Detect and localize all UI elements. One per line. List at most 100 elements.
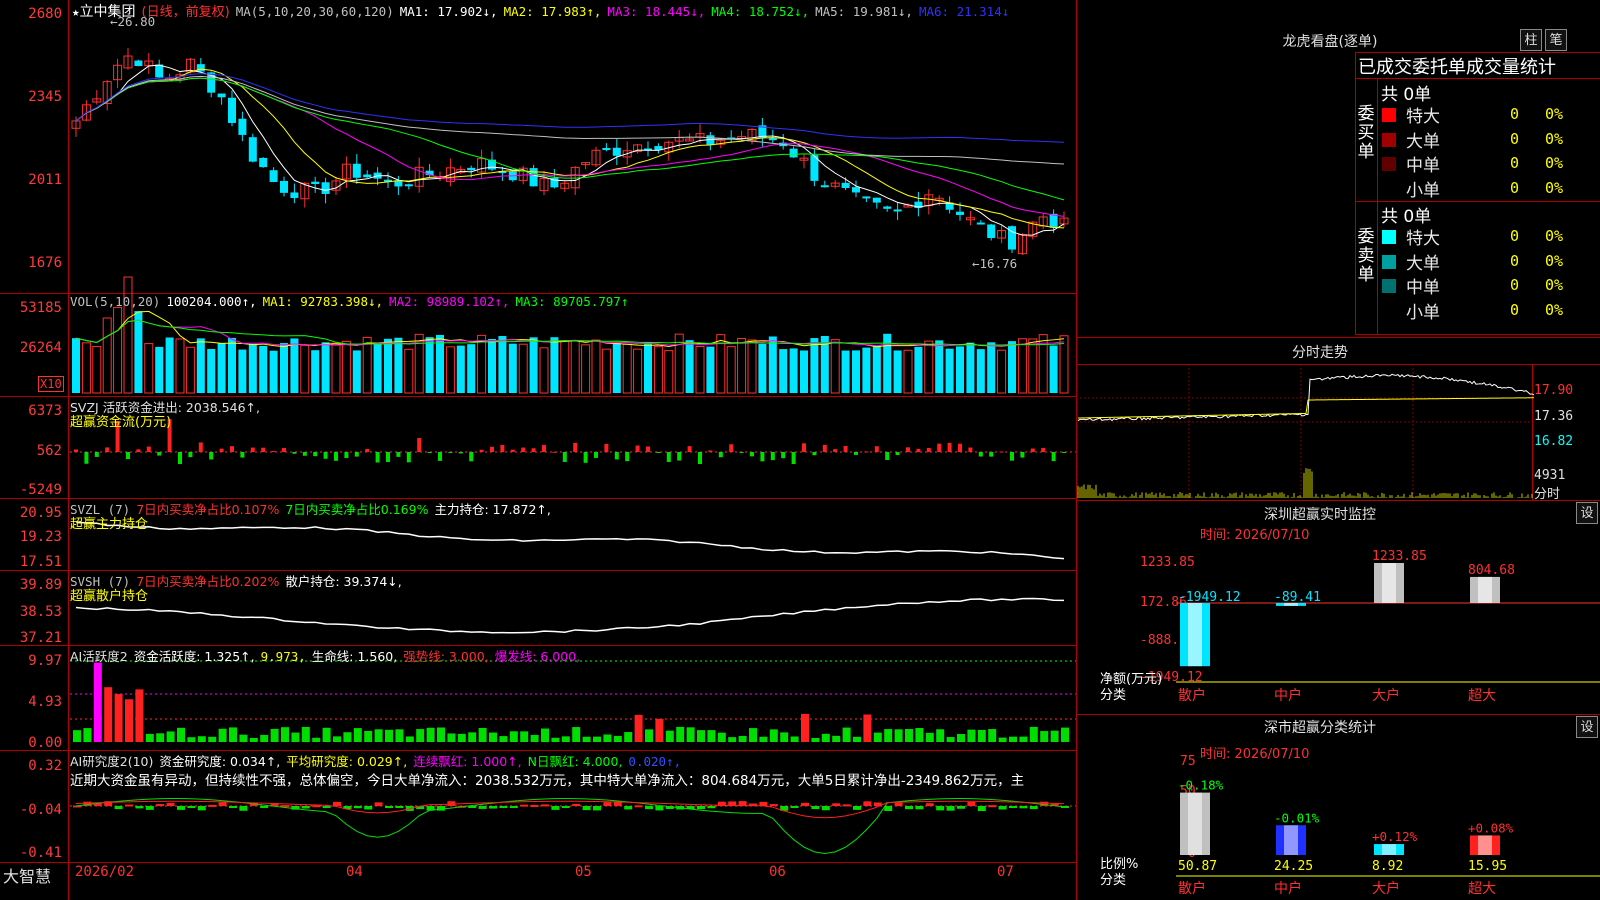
intraday-vol-tick: 4931 — [1534, 468, 1566, 483]
svzl-title: 超赢主力持仓 — [70, 517, 149, 532]
activity-bar — [156, 733, 165, 742]
research-bar — [936, 806, 945, 811]
svsh-tick: 38.53 — [19, 604, 62, 620]
research-bar — [790, 806, 799, 808]
activity-bar — [884, 729, 893, 742]
candle-body — [872, 197, 881, 203]
activity-bar — [613, 735, 622, 742]
candle-body — [311, 181, 320, 185]
research-bar — [863, 801, 872, 806]
order-size-label: 特大 — [1406, 107, 1440, 127]
net-amount-bar — [1382, 563, 1396, 603]
volume-bar — [872, 345, 881, 393]
star-icon[interactable]: ★ — [72, 4, 80, 19]
legend-value: MA2: 98989.102↑, — [389, 294, 510, 309]
legend-value: MA5: 19.981↓, — [815, 4, 913, 19]
volume-bar — [1059, 335, 1069, 394]
net-amount-bar — [1284, 603, 1298, 606]
research-bar — [208, 804, 217, 807]
order-count: 0 — [1510, 300, 1520, 319]
research-bar — [572, 803, 581, 806]
candle-body — [248, 137, 257, 162]
activity-bar — [780, 732, 789, 742]
research-bar — [925, 803, 934, 806]
high-price-marker: ←26.80 — [110, 14, 156, 29]
fund-flow-bar — [594, 452, 598, 458]
tick-view-button[interactable]: 笔 — [1545, 29, 1567, 51]
volume-bar — [622, 343, 632, 394]
bar-view-button[interactable]: 柱 — [1520, 29, 1542, 51]
candle-body — [852, 187, 860, 193]
sz-class-settings-button[interactable]: 设 — [1576, 716, 1598, 738]
candle-body — [820, 185, 829, 188]
date-tick: 05 — [575, 864, 592, 880]
vol-unit-badge[interactable]: X10 — [38, 376, 64, 392]
activity-bar — [1061, 727, 1069, 742]
order-size-label: 大单 — [1406, 131, 1440, 152]
research-bar — [561, 806, 570, 808]
order-count: 0 — [1510, 105, 1520, 123]
fund-flow-bar — [209, 452, 214, 460]
volume-bar — [155, 346, 164, 393]
volume-bar — [498, 336, 507, 393]
ratio-change-label: +0.08% — [1468, 820, 1514, 835]
fund-flow-bar — [583, 452, 588, 463]
research-bar — [509, 806, 518, 809]
volume-bar — [456, 345, 465, 393]
fund-flow-bar — [490, 446, 494, 452]
fund-flow-bar — [677, 452, 682, 461]
research-bar — [364, 806, 373, 810]
activity-bar — [1009, 736, 1017, 742]
ratio-change-label: +0.12% — [1372, 829, 1418, 844]
volume-bar — [726, 346, 736, 394]
volume-bar — [966, 342, 975, 393]
research-bar — [114, 806, 123, 810]
volume-bar — [685, 340, 694, 393]
activity-bar — [395, 729, 404, 742]
research-bar — [125, 804, 133, 807]
activity-bar — [915, 728, 924, 742]
sz-monitor-tick: 1233.85 — [1140, 555, 1195, 570]
volume-bar — [175, 338, 185, 394]
volume-bar — [488, 339, 496, 393]
order-percent: 0% — [1545, 105, 1564, 123]
candle-body — [612, 147, 621, 156]
fund-flow-bar — [344, 452, 349, 459]
sz-monitor-settings-button[interactable]: 设 — [1576, 502, 1598, 524]
activity-bar — [197, 736, 206, 742]
svzl-tick: 20.95 — [19, 505, 62, 521]
fund-flow-bar — [354, 452, 359, 457]
activity-bar — [457, 733, 466, 742]
fund-flow-bar — [906, 447, 910, 452]
research-bar — [603, 802, 612, 806]
research-bar — [395, 806, 404, 808]
volume-bar — [311, 350, 320, 393]
ratio-bar — [1374, 844, 1404, 855]
candle-body — [155, 64, 164, 78]
volume-bar — [581, 344, 591, 394]
volume-bar — [300, 344, 310, 394]
candle-body — [238, 118, 247, 135]
order-count: 0 — [1510, 178, 1520, 197]
sz-class-tick: 0 — [1188, 846, 1196, 861]
fund-flow-bar — [542, 444, 546, 452]
price-tick: 1676 — [28, 255, 62, 271]
legend-value: MA3: 89705.797↑ — [515, 294, 629, 309]
category-label: 中户 — [1274, 880, 1302, 897]
activity-bar — [104, 687, 113, 742]
sz-class-title: 深市超赢分类统计 — [1264, 720, 1376, 736]
research-bar — [832, 803, 841, 806]
research-bar — [697, 806, 705, 810]
fund-flow-bar — [885, 452, 890, 460]
ratio-value-label: 50.87 — [1178, 859, 1217, 874]
fund-flow-bar — [812, 452, 817, 456]
vol-legend: VOL(5,10,20) 100204.000↑, MA1: 92783.398↓,… — [70, 294, 629, 309]
activity-bar — [312, 737, 321, 742]
activity-bar — [801, 713, 809, 742]
order-count: 0 — [1510, 227, 1520, 245]
volume-bar — [653, 346, 663, 394]
volume-bar — [903, 349, 913, 394]
activity-bar — [364, 730, 373, 742]
sz-monitor-ylabel: 净额(万元) — [1100, 672, 1163, 687]
brand-logo[interactable]: 大智慧 — [3, 863, 51, 887]
